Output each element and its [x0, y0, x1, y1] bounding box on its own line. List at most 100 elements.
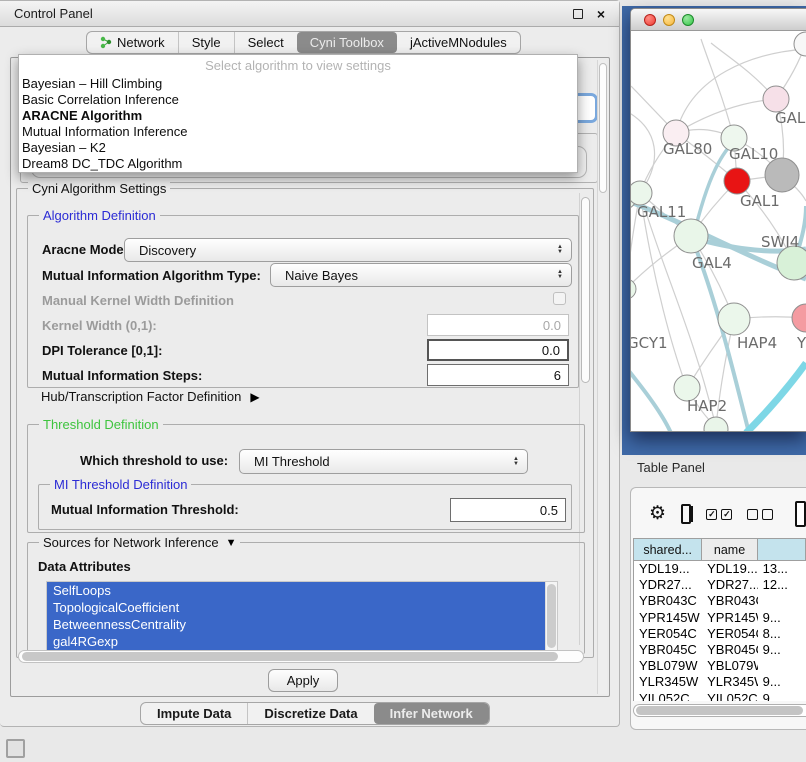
screen: Control Panel × Network Style: [0, 0, 806, 762]
column-header[interactable]: [758, 539, 806, 560]
tab-discretize-data[interactable]: Discretize Data: [247, 703, 373, 724]
node-label: GAL4: [692, 254, 732, 272]
tab-network[interactable]: Network: [87, 32, 178, 53]
network-node[interactable]: [631, 181, 652, 205]
network-node[interactable]: [674, 219, 708, 253]
network-edge[interactable]: [631, 361, 671, 432]
scrollbar-thumb[interactable]: [599, 63, 607, 193]
chevron-down-icon: ▼: [226, 537, 237, 549]
algorithm-option[interactable]: Bayesian – Hill Climbing: [19, 76, 577, 92]
network-node[interactable]: [777, 246, 806, 280]
scrollbar-thumb[interactable]: [581, 197, 590, 383]
algorithm-popup-prompt: Select algorithm to view settings: [19, 55, 577, 76]
network-node[interactable]: [792, 304, 806, 332]
collapsed-panel-icon[interactable]: [6, 739, 25, 758]
mi-steps-input[interactable]: 6: [427, 364, 569, 386]
mi-threshold-input[interactable]: 0.5: [450, 498, 566, 522]
table-row[interactable]: YIL052CYIL052C9...: [634, 691, 806, 702]
deselect-all-checkboxes-icon[interactable]: [747, 509, 773, 520]
table-row[interactable]: YDL19...YDL19...13...: [634, 561, 806, 577]
algorithm-option[interactable]: Mutual Information Inference: [19, 124, 577, 140]
table-row[interactable]: YBR043CYBR043C: [634, 593, 806, 609]
hub-definition-expander[interactable]: Hub/Transcription Factor Definition ▶: [41, 389, 260, 404]
table-row[interactable]: YER054CYER054C8...: [634, 626, 806, 642]
algorithm-option[interactable]: ARACNE Algorithm: [19, 108, 577, 124]
column-header[interactable]: name: [702, 539, 757, 560]
data-attributes-list[interactable]: SelfLoopsTopologicalCoefficientBetweenne…: [46, 581, 558, 652]
tab-select[interactable]: Select: [234, 32, 297, 53]
tab-jactivemnodules[interactable]: jActiveMNodules: [397, 32, 520, 53]
document-icon[interactable]: [795, 501, 806, 527]
select-all-checkboxes-icon[interactable]: ✓ ✓: [706, 509, 732, 520]
manual-kernel-checkbox[interactable]: [553, 292, 566, 305]
attributes-scrollbar[interactable]: [545, 582, 557, 651]
table-horizontal-scrollbar[interactable]: [633, 704, 806, 717]
network-window-titlebar: [631, 9, 806, 31]
table-cell: YDL19...: [702, 561, 758, 577]
table-row[interactable]: YDR27...YDR27...12...: [634, 577, 806, 593]
table-cell: YBR045C: [702, 642, 758, 658]
settings-horizontal-scrollbar[interactable]: [18, 650, 584, 663]
table-row[interactable]: YBR045CYBR045C9...: [634, 642, 806, 658]
network-node[interactable]: [765, 158, 799, 192]
tab-style[interactable]: Style: [178, 32, 234, 53]
gear-icon[interactable]: ⚙: [649, 504, 666, 524]
mi-steps-label: Mutual Information Steps:: [42, 368, 202, 383]
algorithm-option[interactable]: Bayesian – K2: [19, 140, 577, 156]
float-window-icon[interactable]: [573, 9, 583, 19]
mi-threshold-label: Mutual Information Threshold:: [51, 502, 239, 517]
minimize-button[interactable]: [663, 14, 675, 26]
tab-infer-network[interactable]: Infer Network: [374, 703, 489, 724]
network-edge[interactable]: [701, 39, 734, 138]
network-canvas[interactable]: GALGAL80GAL10GAL1GAL11SWI4GAL4GCY1HAP4YH…: [631, 31, 806, 432]
column-header[interactable]: shared...: [634, 539, 702, 560]
table-cell: YIL052C: [702, 691, 758, 702]
sources-group-title[interactable]: Sources for Network Inference ▼: [39, 535, 240, 550]
aracne-mode-label: Aracne Mode:: [42, 242, 128, 257]
table-cell: YBR045C: [634, 642, 702, 658]
scrollbar-thumb[interactable]: [22, 652, 558, 661]
dpi-tolerance-input[interactable]: 0.0: [427, 339, 569, 361]
network-edge[interactable]: [631, 111, 655, 193]
scrollbar-thumb[interactable]: [636, 706, 803, 715]
desktop-background: GALGAL80GAL10GAL1GAL11SWI4GAL4GCY1HAP4YH…: [622, 6, 806, 455]
algorithm-option[interactable]: Basic Correlation Inference: [19, 92, 577, 108]
mi-type-value: Naive Bayes: [285, 268, 358, 283]
scrollbar-thumb[interactable]: [547, 584, 556, 648]
node-label: HAP2: [687, 397, 727, 415]
checked-checkbox-icon: ✓: [721, 509, 732, 520]
attribute-item-selected[interactable]: gal4RGexp: [47, 633, 545, 650]
table-row[interactable]: YBL079WYBL079W: [634, 658, 806, 674]
node-table[interactable]: shared...name YDL19...YDL19...13...YDR27…: [633, 538, 806, 701]
mi-algorithm-type-select[interactable]: Naive Bayes ▲▼: [270, 263, 572, 287]
aracne-mode-select[interactable]: Discovery ▲▼: [124, 238, 572, 262]
table-cell: YDL19...: [634, 561, 702, 577]
table-cell: [758, 593, 806, 609]
close-button[interactable]: [644, 14, 656, 26]
columns-icon[interactable]: [681, 504, 691, 524]
table-row[interactable]: YPR145WYPR145W9...: [634, 610, 806, 626]
apply-button[interactable]: Apply: [268, 669, 338, 692]
table-cell: YLR345W: [634, 674, 702, 690]
which-threshold-select[interactable]: MI Threshold ▲▼: [239, 449, 528, 474]
network-node[interactable]: [718, 303, 750, 335]
attribute-item-selected[interactable]: BetweennessCentrality: [47, 616, 545, 633]
network-node[interactable]: [631, 279, 636, 299]
algorithm-option[interactable]: Dream8 DC_TDC Algorithm: [19, 156, 577, 172]
tab-impute-data[interactable]: Impute Data: [141, 703, 247, 724]
attribute-item-selected[interactable]: TopologicalCoefficient: [47, 599, 545, 616]
network-edge[interactable]: [746, 363, 806, 432]
zoom-button[interactable]: [682, 14, 694, 26]
close-panel-icon[interactable]: ×: [597, 9, 605, 19]
network-node[interactable]: [794, 32, 806, 56]
table-cell: YPR145W: [702, 610, 758, 626]
tab-cyni-toolbox[interactable]: Cyni Toolbox: [297, 32, 397, 53]
table-row[interactable]: YLR345WYLR345W9...: [634, 674, 806, 690]
dpi-tolerance-label: DPI Tolerance [0,1]:: [42, 343, 162, 358]
node-label: GAL1: [740, 192, 780, 210]
node-label: GAL11: [637, 203, 686, 221]
network-node[interactable]: [704, 417, 728, 432]
attribute-item-selected[interactable]: SelfLoops: [47, 582, 545, 599]
network-node[interactable]: [724, 168, 750, 194]
panel-vertical-scrollbar[interactable]: [597, 60, 607, 694]
